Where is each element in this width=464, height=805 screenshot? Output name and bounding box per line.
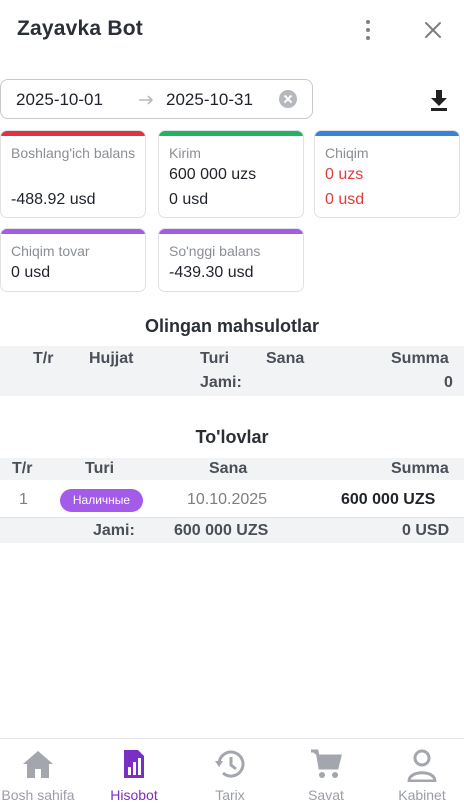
total-label: Jami: <box>200 374 242 391</box>
card-label: Chiqim <box>325 145 369 161</box>
column-header: Sana <box>209 460 248 477</box>
card-value: 0 usd <box>11 264 51 281</box>
card-color-bar <box>315 131 459 136</box>
clear-circle-icon[interactable] <box>279 90 297 108</box>
payments-title: To'lovlar <box>195 427 269 447</box>
total-value: 0 <box>444 374 453 391</box>
card-label: So'nggi balans <box>169 243 261 259</box>
card-color-bar <box>1 229 145 234</box>
payment-type-badge: Наличные <box>60 489 143 512</box>
nav-label: Hisobot <box>110 787 158 803</box>
card-label: Chiqim tovar <box>11 243 90 259</box>
card-value-uzs: 600 000 uzs <box>169 166 257 183</box>
payments-total-row: Jami: 600 000 UZS 0 USD <box>0 518 464 543</box>
nav-home[interactable]: Bosh sahifa <box>0 739 84 805</box>
card-opening-balance: Boshlang'ich balans -488.92 usd <box>0 130 146 218</box>
nav-label: Savat <box>308 787 344 803</box>
payments-header-row: T/r Turi Sana Summa <box>0 458 464 480</box>
close-icon[interactable] <box>420 17 446 43</box>
card-color-bar <box>159 229 303 234</box>
home-icon <box>23 751 53 778</box>
arrow-right-icon <box>139 95 154 105</box>
nav-cart[interactable]: Savat <box>280 739 372 805</box>
header: Zayavka Bot <box>0 0 464 60</box>
report-icon <box>124 750 144 778</box>
card-final-balance: So'nggi balans -439.30 usd <box>158 228 304 292</box>
column-header: Sana <box>266 350 305 367</box>
total-usd: 0 USD <box>402 522 450 539</box>
kebab-menu-icon[interactable] <box>358 18 378 42</box>
column-header: Summa <box>391 460 449 477</box>
nav-label: Kabinet <box>398 787 446 803</box>
card-expense: Chiqim 0 uzs 0 usd <box>314 130 460 218</box>
date-range-picker[interactable]: 2025-10-01 2025-10-31 <box>0 79 313 119</box>
column-header: Turi <box>85 460 115 477</box>
nav-history[interactable]: Tarix <box>184 739 276 805</box>
app-title: Zayavka Bot <box>17 17 143 40</box>
column-header: T/r <box>33 350 54 367</box>
column-header: Turi <box>200 350 230 367</box>
card-color-bar <box>159 131 303 136</box>
products-table: T/r Hujjat Turi Sana Summa Jami: 0 <box>0 346 464 396</box>
card-value-uzs: 0 uzs <box>325 166 364 183</box>
column-header: Hujjat <box>89 350 134 367</box>
nav-label: Tarix <box>215 787 245 803</box>
download-icon[interactable] <box>428 88 450 112</box>
card-goods-expense: Chiqim tovar 0 usd <box>0 228 146 292</box>
total-label: Jami: <box>93 522 135 539</box>
column-header: Summa <box>391 350 449 367</box>
nav-report[interactable]: Hisobot <box>88 739 180 805</box>
card-value: -439.30 usd <box>169 264 254 281</box>
bottom-nav: Bosh sahifa Hisobot Tarix Savat Kabinet <box>0 738 464 805</box>
cart-icon <box>311 749 342 778</box>
card-value: -488.92 usd <box>11 191 96 208</box>
user-icon <box>407 749 437 782</box>
date-start-value[interactable]: 2025-10-01 <box>16 90 103 110</box>
row-amount: 600 000 UZS <box>341 491 436 508</box>
row-date: 10.10.2025 <box>187 491 268 508</box>
history-icon <box>215 750 245 778</box>
card-label: Kirim <box>169 145 201 161</box>
card-value-usd: 0 usd <box>325 191 365 208</box>
card-value-usd: 0 usd <box>169 191 209 208</box>
card-label: Boshlang'ich balans <box>11 145 136 161</box>
card-income: Kirim 600 000 uzs 0 usd <box>158 130 304 218</box>
total-uzs: 600 000 UZS <box>174 522 269 539</box>
date-end-value[interactable]: 2025-10-31 <box>166 90 253 110</box>
card-color-bar <box>1 131 145 136</box>
products-title: Olingan mahsulotlar <box>144 316 320 336</box>
nav-cabinet[interactable]: Kabinet <box>376 739 464 805</box>
column-header: T/r <box>12 460 33 477</box>
nav-label: Bosh sahifa <box>1 787 75 803</box>
row-index: 1 <box>19 491 28 508</box>
